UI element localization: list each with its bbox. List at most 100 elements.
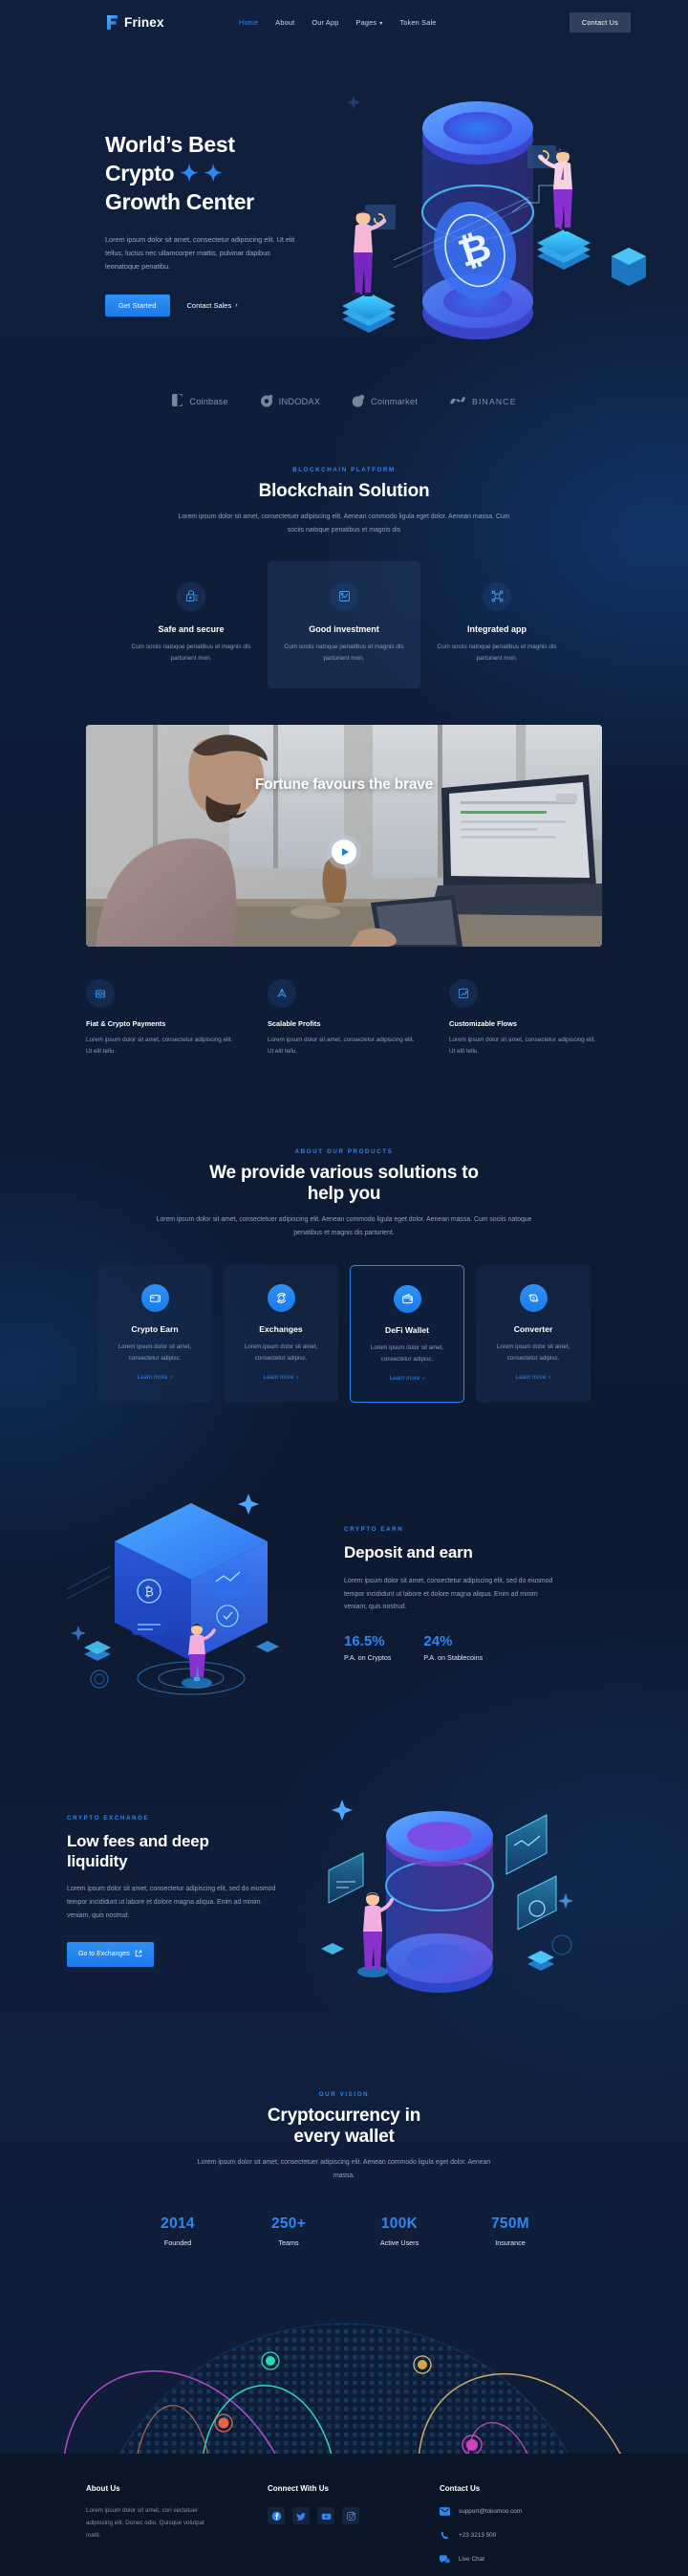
feature-card-good-investment[interactable]: Good investment Cum sociis natoque penat… (268, 560, 420, 688)
product-card-exchanges[interactable]: Exchanges Lorem ipsum dolor sit amet, co… (224, 1264, 338, 1404)
product-card-converter[interactable]: ₿ Converter Lorem ipsum dolor sit amet, … (476, 1264, 591, 1404)
go-to-exchanges-button[interactable]: Go to Exchanges (67, 1941, 154, 1967)
coinmarket-logo-icon (352, 394, 365, 409)
brand-logo[interactable]: Frinex (57, 14, 220, 31)
hero-actions: Get Started Contact Sales › (105, 295, 325, 317)
feature-card-integrated-app[interactable]: Integrated app Cum sociis natoque penati… (420, 561, 573, 688)
nav-item-about[interactable]: About (275, 18, 294, 27)
learn-more-label: Learn more (263, 1374, 294, 1382)
product-cards: ₿ Crypto Earn Lorem ipsum dolor sit amet… (0, 1264, 688, 1404)
contact-sales-link[interactable]: Contact Sales › (187, 301, 238, 310)
exchange-eyebrow: CRYPTO EXCHANGE (67, 1814, 150, 1822)
contact-us-button[interactable]: Contact Us (569, 11, 631, 33)
vision-stats: 2014 Founded 250+ Teams 100K Active User… (0, 2216, 688, 2247)
learn-more-link[interactable]: Learn more › (516, 1374, 551, 1381)
footer-contact-title: Contact Us (440, 2484, 481, 2493)
footer-contact-phone[interactable]: +23 3213 500 (440, 2530, 522, 2541)
learn-more-link[interactable]: Learn more › (264, 1374, 299, 1381)
feature-card-title: Integrated app (466, 623, 527, 634)
partner-coinbase[interactable]: Coinbase (171, 393, 228, 409)
defi-wallet-icon (393, 1284, 421, 1313)
benefit-customizable-flows: Customizable Flows Lorem ipsum dolor sit… (449, 978, 598, 1059)
product-card-defi-wallet[interactable]: DeFi Wallet Lorem ipsum dolor sit amet, … (350, 1264, 464, 1404)
exchange-copy: CRYPTO EXCHANGE Low fees and deep liquid… (67, 1815, 306, 1967)
benefit-scalable-profits: Scalable Profits Lorem ipsum dolor sit a… (268, 978, 417, 1059)
play-icon[interactable] (332, 839, 356, 864)
indodax-logo-icon (260, 394, 273, 409)
product-text: Lorem ipsum dolor sit amet, consectetur … (370, 1343, 444, 1363)
partner-coinmarket[interactable]: Coinmarket (352, 394, 418, 409)
nav-item-home[interactable]: Home (239, 18, 258, 27)
footer-phone-text: +23 3213 500 (459, 2532, 497, 2539)
go-to-exchanges-label: Go to Exchanges (78, 1951, 130, 1958)
stat-label: Founded (163, 2238, 192, 2247)
product-card-crypto-earn[interactable]: ₿ Crypto Earn Lorem ipsum dolor sit amet… (97, 1264, 212, 1404)
facebook-icon[interactable] (268, 2507, 285, 2524)
stat-value: 16.5% (344, 1633, 385, 1650)
feature-card-title: Safe and secure (158, 623, 225, 634)
products-title-line-1: We provide various solutions to (209, 1163, 479, 1184)
benefit-text: Lorem ipsum dolor sit amet, consectetur … (268, 1036, 415, 1055)
nav-item-token-sale[interactable]: Token Sale (399, 18, 436, 27)
rocket-profits-icon (268, 978, 296, 1008)
nav-item-our-app[interactable]: Our App (312, 18, 338, 27)
vision-stat-active-users: 100K Active Users (368, 2216, 431, 2247)
mail-icon (440, 2506, 450, 2517)
phone-icon (440, 2530, 450, 2541)
binance-logo-icon (449, 395, 466, 408)
deposit-stats: 16.5% P.A. on Cryptos 24% P.A. on Stable… (344, 1633, 583, 1662)
product-text: Lorem ipsum dolor sit amet, consectetur … (244, 1343, 318, 1362)
external-link-icon (135, 1950, 142, 1959)
twitter-icon[interactable] (292, 2507, 310, 2524)
svg-text:₿: ₿ (144, 1585, 154, 1600)
chevron-right-icon: › (296, 1374, 299, 1382)
nav-item-pages[interactable]: Pages ▾ (356, 18, 383, 27)
stat-label: P.A. on Stablecoins (423, 1653, 484, 1663)
learn-more-link[interactable]: Learn more › (138, 1374, 173, 1381)
partner-binance[interactable]: BINANCE (449, 395, 517, 408)
video-section: Fortune favours the brave (0, 688, 688, 947)
vision-stat-founded: 2014 Founded (146, 2216, 209, 2247)
product-text: Lorem ipsum dolor sit amet, consectetur … (118, 1343, 192, 1362)
navbar: Frinex Home About Our App Pages ▾ Token S… (57, 0, 631, 40)
globe-graphic (0, 2295, 688, 2477)
video-player[interactable]: Fortune favours the brave (86, 724, 602, 947)
nav-item-pages-label: Pages (355, 17, 377, 27)
partner-indodax[interactable]: INDODAX (260, 394, 320, 409)
hero-title-line-2: Crypto (105, 160, 175, 186)
product-title: Converter (513, 1323, 553, 1334)
stat-value: 250+ (270, 2215, 307, 2232)
converter-icon: ₿ (519, 1283, 548, 1312)
vision-title: Cryptocurrency in every wallet (0, 2106, 688, 2148)
flows-chart-icon (449, 978, 478, 1008)
footer-about-text: Lorem ipsum dolor sit amet, con sectetue… (86, 2507, 204, 2540)
footer: About Us Lorem ipsum dolor sit amet, con… (0, 2454, 688, 2576)
youtube-icon[interactable] (317, 2507, 334, 2524)
deposit-stat-stablecoins: 24% P.A. on Stablecoins (423, 1633, 483, 1662)
crypto-earn-icon: ₿ (140, 1283, 169, 1312)
partner-coinbase-label: Coinbase (189, 396, 228, 406)
exchange-illustration (306, 1771, 592, 2010)
payments-icon (86, 978, 115, 1008)
products-section: ABOUT OUR PRODUCTS We provide various so… (0, 1058, 688, 1404)
footer-contact-email[interactable]: support@tokomoo.com (440, 2506, 522, 2517)
blockchain-title: Blockchain Solution (258, 481, 430, 501)
product-text: Lorem ipsum dolor sit amet, consectetur … (496, 1343, 570, 1362)
get-started-button[interactable]: Get Started (105, 295, 170, 317)
instagram-icon[interactable] (342, 2507, 359, 2524)
hero-section: ₿ World’s Best Crypto ✦ ✦ Growth Center … (0, 40, 688, 380)
vision-eyebrow: OUR VISION (318, 2091, 370, 2099)
learn-more-link[interactable]: Learn more › (390, 1375, 425, 1382)
deposit-illustration: ₿ (57, 1474, 344, 1714)
feature-card-text: Cum sociis natoque penatibus et magnis d… (131, 643, 251, 663)
benefit-title: Customizable Flows (449, 1018, 518, 1028)
stat-label: Teams (278, 2238, 299, 2247)
footer-contact-live-chat[interactable]: Live Chat (440, 2554, 522, 2565)
benefits-section: Fiat & Crypto Payments Lorem ipsum dolor… (0, 978, 688, 1059)
stat-value: 750M (491, 2215, 529, 2232)
footer-email-text: support@tokomoo.com (459, 2508, 523, 2515)
feature-card-safe-and-secure[interactable]: Safe and secure Cum sociis natoque penat… (115, 561, 268, 688)
exchange-section: CRYPTO EXCHANGE Low fees and deep liquid… (0, 1714, 688, 2010)
benefit-fiat-crypto-payments: Fiat & Crypto Payments Lorem ipsum dolor… (86, 978, 235, 1059)
deposit-paragraph: Lorem ipsum dolor sit amet, consectetur … (344, 1577, 553, 1611)
